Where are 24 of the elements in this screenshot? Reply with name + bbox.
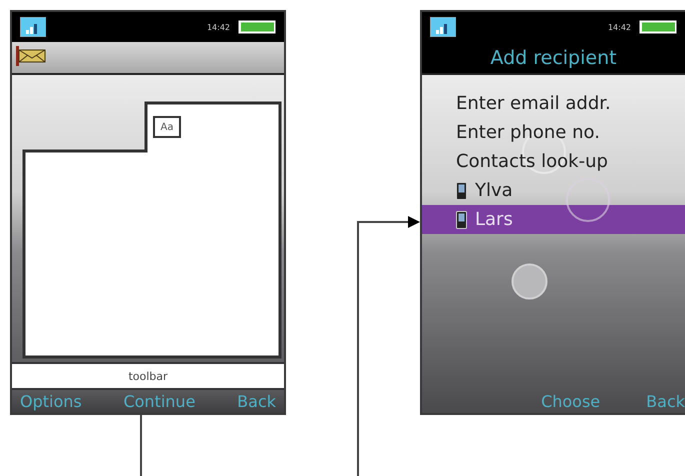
- softkey[interactable]: Options: [20, 392, 82, 411]
- menu-item[interactable]: Contacts look-up: [422, 147, 685, 176]
- status-time: 14:42: [608, 22, 631, 32]
- signal-icon: [20, 17, 46, 37]
- bubble-icon: [566, 178, 610, 222]
- menu-item[interactable]: Ylva: [422, 176, 685, 205]
- menu-item[interactable]: Lars: [422, 205, 685, 234]
- mobile-phone-icon: [456, 210, 467, 228]
- softkey[interactable]: Back: [646, 392, 685, 411]
- status-time: 14:42: [206, 22, 230, 32]
- menu-item[interactable]: Enter phone no.: [422, 118, 685, 147]
- battery-icon: [639, 20, 677, 34]
- screen-title: Add recipient: [490, 46, 617, 68]
- softkey[interactable]: Back: [237, 392, 276, 411]
- mobile-phone-icon: [456, 182, 467, 200]
- envelope-flag-icon: [16, 46, 46, 66]
- signal-icon: [430, 17, 456, 37]
- softkey[interactable]: Continue: [123, 392, 196, 411]
- bubble-icon: [511, 263, 548, 300]
- toolbar-label: toolbar: [128, 370, 168, 382]
- battery-icon: [238, 20, 276, 34]
- softkey[interactable]: Choose: [541, 392, 600, 411]
- text-format-button[interactable]: Aa: [153, 116, 181, 138]
- menu-item[interactable]: Enter email addr.: [422, 89, 685, 118]
